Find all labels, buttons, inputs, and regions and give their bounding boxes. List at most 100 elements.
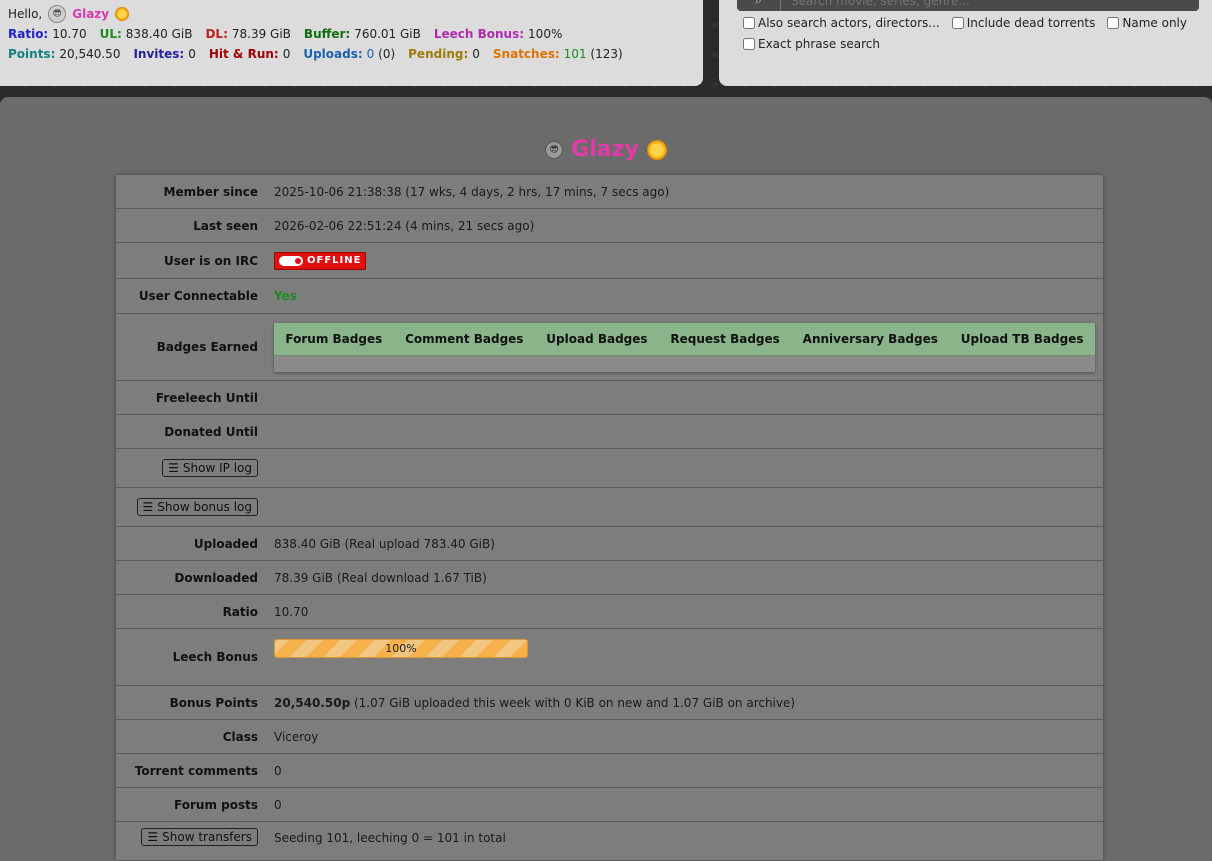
exact-checkbox[interactable] bbox=[743, 38, 755, 50]
option-exact[interactable]: Exact phrase search bbox=[743, 37, 880, 51]
search-panel: ⌕ Also search actors, directors... Inclu… bbox=[719, 0, 1212, 86]
stat-hnr[interactable]: Hit & Run: 0 bbox=[209, 47, 290, 61]
tab-upload-tb-badges[interactable]: Upload TB Badges bbox=[961, 332, 1084, 346]
bonus-log-button-label: Show bonus log bbox=[157, 500, 252, 514]
row-torrent-comments: Torrent comments 0 bbox=[116, 754, 1103, 788]
stat-download: DL: 78.39 GiB bbox=[205, 27, 290, 41]
show-bonus-log-button[interactable]: ☰ Show bonus log bbox=[136, 498, 258, 516]
uploads-value: 0 bbox=[366, 47, 375, 61]
tab-anniversary-badges[interactable]: Anniversary Badges bbox=[803, 332, 938, 346]
tab-comment-badges[interactable]: Comment Badges bbox=[405, 332, 523, 346]
row-last-seen: Last seen 2026-02-06 22:51:24 (4 mins, 2… bbox=[116, 209, 1103, 243]
search-options-row-1: Also search actors, directors... Include… bbox=[743, 16, 1187, 30]
irc-label: User is on IRC bbox=[163, 253, 258, 268]
ul-label: UL: bbox=[99, 27, 122, 41]
bonus-points-detail: (1.07 GiB uploaded this week with 0 KiB … bbox=[353, 695, 796, 710]
ratio-label: Ratio: bbox=[8, 27, 49, 41]
snatches-label[interactable]: Snatches: bbox=[493, 47, 560, 61]
snatches-total: (123) bbox=[590, 47, 623, 61]
last-seen-label: Last seen bbox=[193, 218, 258, 233]
badge-tab-content bbox=[274, 356, 1095, 372]
leech-bonus-percent: 100% bbox=[385, 641, 417, 655]
torrent-comments-value: 0 bbox=[274, 763, 282, 778]
stat-points[interactable]: Points: 20,540.50 bbox=[8, 47, 120, 61]
option-dead[interactable]: Include dead torrents bbox=[951, 16, 1096, 30]
row-connectable: User Connectable Yes bbox=[116, 279, 1103, 314]
irc-status-text: OFFLINE bbox=[307, 255, 362, 266]
show-transfers-button[interactable]: ☰ Show transfers bbox=[141, 828, 258, 846]
search-input[interactable] bbox=[781, 0, 1199, 11]
connectable-label: User Connectable bbox=[138, 289, 258, 303]
name-only-label: Name only bbox=[1122, 16, 1187, 30]
invites-label[interactable]: Invites: bbox=[133, 47, 184, 61]
ul-value: 838.40 GiB bbox=[125, 27, 193, 41]
avatar-icon[interactable]: 😎 bbox=[48, 5, 67, 23]
points-label[interactable]: Points: bbox=[8, 47, 55, 61]
leech-bonus-value: 100% bbox=[528, 27, 563, 41]
dead-label: Include dead torrents bbox=[966, 16, 1096, 30]
username-link[interactable]: Glazy bbox=[72, 7, 109, 21]
stats-row-2: Points: 20,540.50 Invites: 0 Hit & Run: 0 U… bbox=[8, 44, 695, 64]
row-uploaded: Uploaded 838.40 GiB (Real upload 783.40 … bbox=[116, 527, 1103, 561]
tab-request-badges[interactable]: Request Badges bbox=[670, 332, 779, 346]
row-ratio: Ratio 10.70 bbox=[116, 595, 1103, 629]
row-irc: User is on IRC OFFLINE bbox=[116, 243, 1103, 279]
last-seen-value: 2026-02-06 22:51:24 (4 mins, 21 secs ago… bbox=[274, 218, 535, 233]
pending-label[interactable]: Pending: bbox=[408, 47, 468, 61]
hnr-value: 0 bbox=[282, 47, 291, 61]
search-icon[interactable]: ⌕ bbox=[737, 0, 781, 11]
actors-label: Also search actors, directors... bbox=[758, 16, 940, 30]
tab-upload-badges[interactable]: Upload Badges bbox=[546, 332, 647, 346]
invites-value: 0 bbox=[188, 47, 196, 61]
bonus-log-cell: ☰ Show bonus log bbox=[116, 498, 266, 516]
row-badges: Badges Earned Forum Badges Comment Badge… bbox=[116, 314, 1103, 381]
member-since-value: 2025-10-06 21:38:38 (17 wks, 4 days, 2 h… bbox=[274, 184, 670, 199]
actors-checkbox[interactable] bbox=[743, 17, 755, 29]
transfers-cell: ☰ Show transfers bbox=[116, 828, 266, 846]
menu-icon: ☰ bbox=[147, 830, 159, 844]
hnr-label[interactable]: Hit & Run: bbox=[209, 47, 279, 61]
row-leech-bonus: Leech Bonus 100% bbox=[116, 629, 1103, 686]
row-transfers: ☰ Show transfers Seeding 101, leeching 0 … bbox=[116, 822, 1103, 860]
stat-leech-bonus: Leech Bonus: 100% bbox=[434, 27, 563, 41]
option-name-only[interactable]: Name only bbox=[1107, 16, 1187, 30]
uploaded-label: Uploaded bbox=[193, 536, 258, 551]
search-options-row-2: Exact phrase search bbox=[743, 37, 880, 51]
row-ip-log: ☰ Show IP log bbox=[116, 449, 1103, 488]
stat-invites[interactable]: Invites: 0 bbox=[133, 47, 195, 61]
row-class: Class Viceroy bbox=[116, 720, 1103, 754]
dl-value: 78.39 GiB bbox=[231, 27, 291, 41]
downloaded-label: Downloaded bbox=[174, 570, 258, 585]
stat-snatches[interactable]: Snatches: 101 (123) bbox=[493, 47, 623, 61]
leech-bonus-progress-bar: 100% bbox=[274, 638, 528, 658]
name-only-checkbox[interactable] bbox=[1107, 17, 1120, 29]
row-bonus-points: Bonus Points 20,540.50p (1.07 GiB upload… bbox=[116, 686, 1103, 720]
dl-label: DL: bbox=[205, 27, 228, 41]
torrent-comments-label: Torrent comments bbox=[134, 763, 258, 778]
bonus-points-amount: 20,540.50p bbox=[274, 695, 351, 710]
greeting-text: Hello, bbox=[8, 7, 43, 21]
leech-bonus-label: Leech Bonus: bbox=[433, 27, 525, 41]
stats-row-1: Ratio: 10.70 UL: 838.40 GiB DL: 78.39 GiB B… bbox=[8, 24, 695, 44]
stat-uploads[interactable]: Uploads: 0 (0) bbox=[303, 47, 395, 61]
tab-forum-badges[interactable]: Forum Badges bbox=[285, 332, 382, 346]
uploads-label[interactable]: Uploads: bbox=[303, 47, 362, 61]
row-freeleech: Freeleech Until bbox=[116, 381, 1103, 415]
ratio-value: 10.70 bbox=[52, 27, 87, 41]
transfers-value: Seeding 101, leeching 0 = 101 in total bbox=[274, 831, 506, 845]
profile-info-table: Member since 2025-10-06 21:38:38 (17 wks… bbox=[116, 175, 1103, 860]
stat-pending[interactable]: Pending: 0 bbox=[408, 47, 480, 61]
menu-icon: ☰ bbox=[168, 461, 179, 475]
toggle-icon bbox=[279, 255, 303, 266]
dead-checkbox[interactable] bbox=[951, 17, 964, 29]
user-stats-panel: Hello, 😎 Glazy Ratio: 10.70 UL: 838.40 GiB… bbox=[0, 0, 703, 86]
stat-buffer: Buffer: 760.01 GiB bbox=[304, 27, 421, 41]
search-bar: ⌕ bbox=[737, 0, 1199, 11]
show-ip-log-button[interactable]: ☰ Show IP log bbox=[162, 459, 258, 477]
option-actors[interactable]: Also search actors, directors... bbox=[743, 16, 940, 30]
ip-log-button-label: Show IP log bbox=[182, 461, 252, 475]
row-donated: Donated Until bbox=[116, 415, 1103, 449]
bonus-points-value: 20,540.50p (1.07 GiB uploaded this week … bbox=[266, 696, 1103, 710]
ratio-value: 10.70 bbox=[274, 604, 309, 619]
greeting-line: Hello, 😎 Glazy bbox=[8, 4, 695, 24]
